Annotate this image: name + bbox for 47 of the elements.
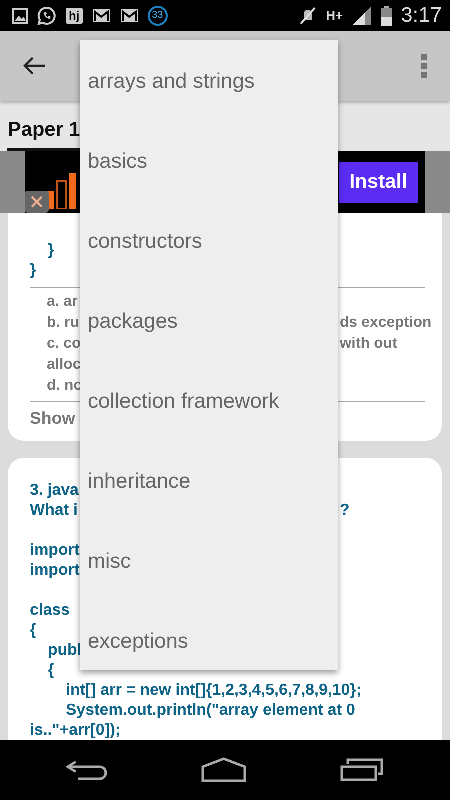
code-line: 3. java [30, 482, 79, 501]
code-line: System.out.println("array element at 0 [65, 702, 356, 719]
answer-option: with out [340, 333, 398, 354]
notification-count: 33 [148, 6, 168, 26]
show-answer-link[interactable]: Show [30, 409, 76, 428]
overflow-menu-icon[interactable] [420, 53, 428, 79]
mail-icon [120, 8, 139, 23]
code-line: publ [47, 642, 82, 661]
battery-icon [381, 6, 392, 26]
code-line: import [30, 562, 80, 581]
code-line: } [30, 262, 36, 281]
code-line: int[] arr = new int[]{1,2,3,4,5,6,7,8,9,10}; [65, 682, 362, 699]
answer-option: alloc [47, 354, 82, 375]
back-arrow-icon[interactable] [22, 56, 46, 76]
home-icon[interactable] [200, 757, 247, 783]
dropdown-item[interactable]: arrays and strings [80, 42, 338, 122]
dropdown-item[interactable]: constructors [80, 202, 338, 282]
recent-apps-icon[interactable] [340, 758, 384, 782]
dropdown-item[interactable]: exceptions [80, 602, 338, 670]
dropdown-item[interactable]: packages [80, 282, 338, 362]
mail-icon [92, 8, 111, 23]
code-line: ? [340, 502, 350, 521]
picture-icon [12, 8, 28, 24]
dropdown-item[interactable]: misc [80, 522, 338, 602]
dropdown-item[interactable]: inheritance [80, 442, 338, 522]
chat-bubble-icon [37, 6, 57, 26]
clock-time: 3:17 [401, 4, 442, 28]
code-line: { [47, 662, 54, 681]
answer-option: b. ru [47, 312, 80, 333]
code-line: What i [30, 502, 78, 521]
back-icon[interactable] [66, 758, 108, 782]
code-line: is.."+arr[0]); [30, 722, 121, 740]
install-button[interactable]: Install [339, 162, 418, 202]
answer-option: ds exception [340, 312, 432, 333]
network-type: H+ [326, 8, 344, 23]
answer-option: c. co [47, 333, 82, 354]
app-badge: hj [66, 8, 83, 24]
code-line: import [30, 542, 80, 561]
mute-icon [299, 6, 318, 24]
code-line: { [30, 622, 36, 641]
close-icon[interactable] [25, 191, 49, 213]
code-line: } [47, 242, 54, 261]
answer-option: a. ar [47, 291, 78, 312]
dropdown-item[interactable]: collection framework [80, 362, 338, 442]
dropdown-item[interactable]: basics [80, 122, 338, 202]
signal-icon [352, 6, 372, 24]
code-line: class [30, 602, 70, 621]
